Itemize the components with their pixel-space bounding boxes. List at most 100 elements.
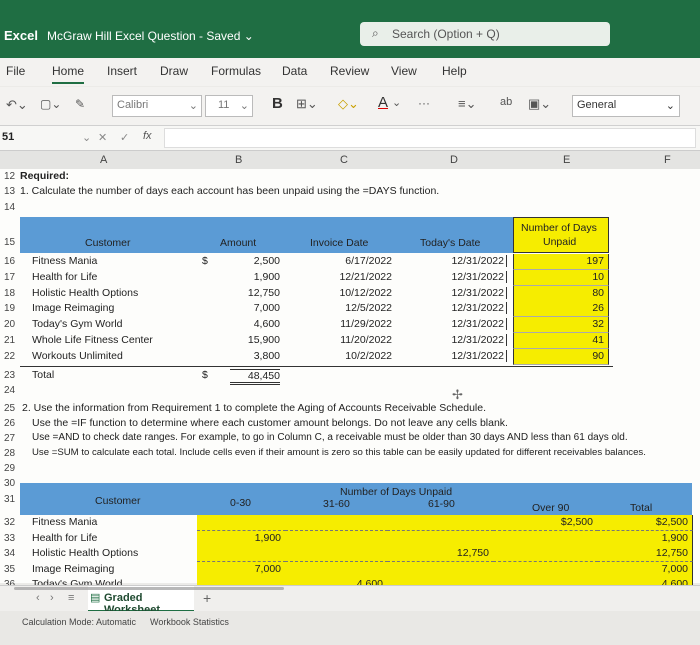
col-header-e[interactable]: E: [563, 154, 570, 166]
table-row-amount[interactable]: 12,750: [230, 287, 280, 299]
days-unpaid-cell[interactable]: 41: [513, 333, 609, 349]
aging-cell-c0-30[interactable]: [197, 546, 286, 562]
table-row-invoice-date[interactable]: 6/17/2022: [310, 255, 392, 267]
search-box[interactable]: ⌕ Search (Option + Q): [360, 22, 610, 46]
aging-cell-c61-90[interactable]: [387, 515, 494, 531]
aging-cell-c61-90[interactable]: [387, 530, 494, 547]
borders-icon[interactable]: ⊞⌄: [296, 96, 318, 112]
align-icon[interactable]: ≡⌄: [458, 96, 476, 112]
days-unpaid-cell[interactable]: 197: [513, 254, 609, 270]
aging-cell-over90[interactable]: [493, 546, 598, 562]
tab-draw[interactable]: Draw: [160, 64, 188, 78]
table-row-amount[interactable]: 7,000: [230, 302, 280, 314]
format-painter-icon[interactable]: ✎: [75, 97, 85, 111]
table-row-amount[interactable]: 2,500: [230, 255, 280, 267]
undo-icon[interactable]: ↶⌄: [6, 97, 28, 113]
aging-cell-total[interactable]: $2,500: [597, 515, 693, 531]
prev-sheet-icon[interactable]: ‹: [36, 592, 40, 604]
col-header-c[interactable]: C: [340, 154, 348, 166]
formula-input[interactable]: [164, 128, 696, 148]
table-row-todays-date[interactable]: 12/31/2022: [398, 286, 507, 299]
font-name-select[interactable]: Calibri ⌄: [112, 95, 202, 117]
font-size-select[interactable]: 11 ⌄: [205, 95, 253, 117]
aging-cell-total[interactable]: 7,000: [597, 561, 693, 578]
aging-cell-c31-60[interactable]: [285, 515, 388, 531]
col-header-b[interactable]: B: [235, 154, 242, 166]
aging-cell-c61-90[interactable]: 12,750: [387, 546, 494, 562]
aging-cell-total[interactable]: 1,900: [597, 530, 693, 547]
cancel-icon[interactable]: ✕: [98, 131, 107, 144]
table-row-amount[interactable]: 1,900: [230, 271, 280, 283]
bold-button[interactable]: B: [272, 95, 283, 112]
more-options-button[interactable]: ···: [418, 96, 430, 110]
tab-data[interactable]: Data: [282, 64, 307, 78]
tab-review[interactable]: Review: [330, 64, 369, 78]
aging-cell-c61-90[interactable]: [387, 561, 494, 578]
table-row-amount[interactable]: 4,600: [230, 318, 280, 330]
sheet-list-icon[interactable]: ≡: [68, 592, 74, 604]
table-row-todays-date[interactable]: 12/31/2022: [398, 270, 507, 283]
days-unpaid-cell[interactable]: 80: [513, 285, 609, 302]
name-box[interactable]: 51: [2, 131, 14, 143]
aging-cell-c31-60[interactable]: [285, 530, 388, 547]
days-unpaid-cell[interactable]: 26: [513, 301, 609, 318]
col-header-a[interactable]: A: [100, 154, 107, 166]
table-row-customer[interactable]: Today's Gym World: [32, 318, 123, 330]
table-row-todays-date[interactable]: 12/31/2022: [398, 318, 507, 331]
merge-icon[interactable]: ▣⌄: [528, 96, 551, 112]
aging-cell-total[interactable]: 12,750: [597, 546, 693, 562]
table-row-invoice-date[interactable]: 12/21/2022: [310, 271, 392, 283]
clipboard-icon[interactable]: ▢⌄: [40, 97, 61, 111]
table-row-amount[interactable]: 3,800: [230, 350, 280, 362]
aging-cell-over90[interactable]: [493, 530, 598, 547]
document-title[interactable]: McGraw Hill Excel Question - Saved ⌄: [47, 29, 254, 43]
table-row-invoice-date[interactable]: 11/20/2022: [310, 334, 392, 346]
total-amount[interactable]: 48,450: [230, 369, 280, 385]
function-icon[interactable]: fx: [143, 130, 152, 142]
table-row-customer[interactable]: Workouts Unlimited: [32, 350, 123, 362]
next-sheet-icon[interactable]: ›: [50, 592, 54, 604]
chevron-down-icon[interactable]: ⌄: [392, 96, 401, 109]
table-row-todays-date[interactable]: 12/31/2022: [398, 334, 507, 346]
tab-view[interactable]: View: [391, 64, 417, 78]
aging-cell-c31-60[interactable]: [285, 561, 388, 578]
fill-color-icon[interactable]: ◇⌄: [338, 96, 359, 112]
tab-home[interactable]: Home: [52, 64, 84, 78]
table-row-customer[interactable]: Whole Life Fitness Center: [32, 334, 153, 346]
font-color-icon[interactable]: A: [378, 94, 388, 111]
days-unpaid-cell[interactable]: 90: [513, 348, 609, 365]
days-unpaid-cell[interactable]: 32: [513, 317, 609, 334]
table-row-todays-date[interactable]: 12/31/2022: [398, 349, 507, 362]
table-row-customer[interactable]: Health for Life: [32, 532, 97, 544]
workbook-statistics[interactable]: Workbook Statistics: [150, 617, 229, 627]
aging-cell-c0-30[interactable]: [197, 515, 286, 531]
confirm-icon[interactable]: ✓: [120, 131, 129, 144]
table-row-invoice-date[interactable]: 12/5/2022: [310, 302, 392, 314]
table-row-customer[interactable]: Image Reimaging: [32, 563, 114, 575]
aging-cell-c0-30[interactable]: 7,000: [197, 561, 286, 578]
table-row-invoice-date[interactable]: 10/2/2022: [310, 350, 392, 362]
table-row-customer[interactable]: Image Reimaging: [32, 302, 114, 314]
horizontal-scrollbar[interactable]: [14, 587, 284, 590]
number-format-select[interactable]: General ⌄: [572, 95, 680, 117]
tab-insert[interactable]: Insert: [107, 64, 137, 78]
tab-formulas[interactable]: Formulas: [211, 64, 261, 78]
table-row-todays-date[interactable]: 12/31/2022: [398, 255, 507, 267]
aging-cell-over90[interactable]: [493, 561, 598, 578]
table-row-customer[interactable]: Fitness Mania: [32, 516, 97, 528]
table-row-customer[interactable]: Holistic Health Options: [32, 547, 138, 559]
days-unpaid-cell[interactable]: 10: [513, 269, 609, 286]
add-sheet-button[interactable]: +: [203, 590, 211, 606]
tab-file[interactable]: File: [6, 64, 25, 78]
tab-help[interactable]: Help: [442, 64, 467, 78]
col-header-f[interactable]: F: [664, 154, 671, 166]
table-row-customer[interactable]: Health for Life: [32, 271, 97, 283]
worksheet-grid[interactable]: 12 Required: 13 1. Calculate the number …: [0, 169, 700, 593]
table-row-amount[interactable]: 15,900: [230, 334, 280, 346]
table-row-customer[interactable]: Holistic Health Options: [32, 287, 138, 299]
aging-cell-c0-30[interactable]: 1,900: [197, 530, 286, 547]
wrap-text-icon[interactable]: ab: [500, 96, 512, 108]
col-header-d[interactable]: D: [450, 154, 458, 166]
table-row-invoice-date[interactable]: 11/29/2022: [310, 318, 392, 330]
aging-cell-c31-60[interactable]: [285, 546, 388, 562]
